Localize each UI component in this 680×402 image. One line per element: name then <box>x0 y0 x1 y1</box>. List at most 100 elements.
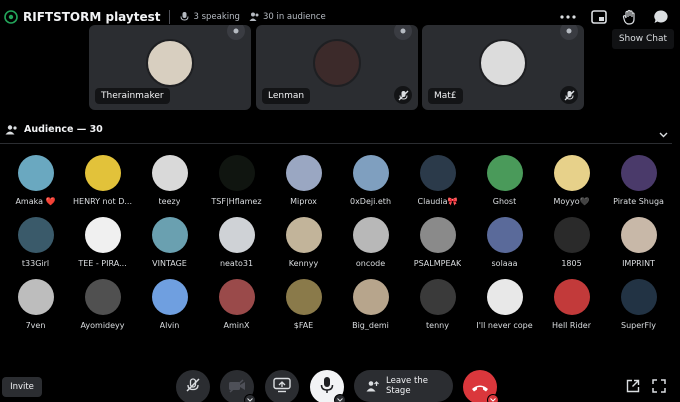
audience-member[interactable]: I'll never cope <box>471 279 538 341</box>
speaker-avatar <box>313 39 361 87</box>
speaker-tile[interactable]: Lenman <box>256 25 418 110</box>
member-name: Alvin <box>159 321 180 330</box>
member-name: Ghost <box>492 197 517 206</box>
popout-icon[interactable] <box>590 8 608 26</box>
member-name: TEE - PIRA... <box>78 259 127 268</box>
audience-member[interactable]: Ghost <box>471 155 538 217</box>
screen-share-button[interactable] <box>265 370 299 402</box>
disconnect-options-chevron-icon[interactable] <box>487 394 499 402</box>
audience-title: Audience — 30 <box>24 123 103 135</box>
audience-member[interactable]: Ayomideyy <box>69 279 136 341</box>
member-name: oncode <box>355 259 386 268</box>
audience-member[interactable]: tenny <box>404 279 471 341</box>
audience-member[interactable]: TSF|Hflamez <box>203 155 270 217</box>
avatar <box>151 217 188 253</box>
audience-member[interactable]: SuperFly <box>605 279 672 341</box>
audience-member[interactable]: $FAE <box>270 279 337 341</box>
audience-member[interactable]: t33Girl <box>2 217 69 279</box>
audience-member[interactable]: Kennyy <box>270 217 337 279</box>
audience-header[interactable]: Audience — 30 <box>4 121 674 138</box>
member-name: HENRY not D... <box>73 197 132 206</box>
member-name: 0xDeji.eth <box>349 197 392 206</box>
audience-member[interactable]: Amaka ❤️ <box>2 155 69 217</box>
member-name: tenny <box>426 321 449 330</box>
member-name: solaaa <box>491 259 518 268</box>
member-name: Big_demi <box>352 321 389 330</box>
audience-member[interactable]: IMPRINT <box>605 217 672 279</box>
avatar <box>151 279 188 315</box>
member-name: Moyyo🖤 <box>553 197 590 206</box>
avatar <box>486 155 523 191</box>
avatar <box>84 217 121 253</box>
member-name: IMPRINT <box>622 259 655 268</box>
audience-member[interactable]: Big_demi <box>337 279 404 341</box>
audience-member[interactable]: teezy <box>136 155 203 217</box>
disconnect-icon <box>471 378 489 397</box>
open-external-icon[interactable] <box>625 378 641 394</box>
avatar <box>553 155 590 191</box>
camera-options-chevron-icon[interactable] <box>244 394 256 402</box>
more-icon[interactable] <box>559 8 577 26</box>
avatar <box>17 217 54 253</box>
audience-member[interactable]: Claudia🎀 <box>404 155 471 217</box>
avatar <box>553 279 590 315</box>
member-name: SuperFly <box>621 321 656 330</box>
avatar <box>218 279 255 315</box>
avatar <box>218 155 255 191</box>
speaker-options-icon[interactable] <box>227 25 245 40</box>
audience-member[interactable]: 7ven <box>2 279 69 341</box>
audience-member[interactable]: Miprox <box>270 155 337 217</box>
invite-button[interactable]: Invite <box>2 377 42 397</box>
fullscreen-icon[interactable] <box>651 378 667 394</box>
mic-icon <box>179 11 190 22</box>
avatar <box>620 155 657 191</box>
audience-member[interactable]: Hell Rider <box>538 279 605 341</box>
speaker-name: Lenman <box>262 88 311 104</box>
microphone-button[interactable] <box>310 370 346 402</box>
audience-member[interactable]: Pirate Shuga <box>605 155 672 217</box>
member-name: Miprox <box>290 197 317 206</box>
avatar <box>218 217 255 253</box>
avatar <box>486 217 523 253</box>
audience-member[interactable]: 1805 <box>538 217 605 279</box>
leave-stage-icon <box>366 379 380 393</box>
audience-member[interactable]: oncode <box>337 217 404 279</box>
speaker-options-icon[interactable] <box>394 25 412 40</box>
audience-member[interactable]: solaaa <box>471 217 538 279</box>
muted-icon <box>394 86 412 104</box>
disconnect-button[interactable] <box>463 370 499 402</box>
header-divider <box>169 9 171 24</box>
member-name: Amaka ❤️ <box>15 197 56 206</box>
speaker-options-icon[interactable] <box>560 25 578 40</box>
audience-grid: Amaka ❤️ HENRY not D... teezy TSF|Hflamez Mi… <box>2 155 672 335</box>
audience-member[interactable]: AminX <box>203 279 270 341</box>
member-name: Hell Rider <box>552 321 591 330</box>
audience-group-icon <box>4 122 18 136</box>
leave-stage-label: Leave the Stage <box>386 376 428 396</box>
mute-toggle-button[interactable] <box>176 370 210 402</box>
audience-member[interactable]: TEE - PIRA... <box>69 217 136 279</box>
audience-member[interactable]: HENRY not D... <box>69 155 136 217</box>
chat-icon[interactable] <box>652 8 670 26</box>
raise-hand-icon[interactable] <box>621 8 639 26</box>
audience-member[interactable]: neato31 <box>203 217 270 279</box>
audience-member[interactable]: Alvin <box>136 279 203 341</box>
member-name: VINTAGE <box>152 259 187 268</box>
speaker-tile[interactable]: Mat£ <box>422 25 584 110</box>
audience-label: 30 in audience <box>262 11 326 22</box>
leave-stage-button[interactable]: Leave the Stage <box>354 370 453 402</box>
camera-button[interactable] <box>220 370 256 402</box>
chevron-down-icon[interactable] <box>659 123 668 142</box>
avatar <box>352 155 389 191</box>
member-name: 7ven <box>25 321 46 330</box>
microphone-icon <box>319 376 335 398</box>
audience-member[interactable]: Moyyo🖤 <box>538 155 605 217</box>
audience-member[interactable]: 0xDeji.eth <box>337 155 404 217</box>
speaker-avatar <box>479 39 527 87</box>
audience-member[interactable]: PSALMPEAK <box>404 217 471 279</box>
audience-member[interactable]: VINTAGE <box>136 217 203 279</box>
member-name: I'll never cope <box>476 321 533 330</box>
microphone-options-chevron-icon[interactable] <box>334 394 346 402</box>
speaker-tile[interactable]: Therainmaker <box>89 25 251 110</box>
avatar <box>553 217 590 253</box>
